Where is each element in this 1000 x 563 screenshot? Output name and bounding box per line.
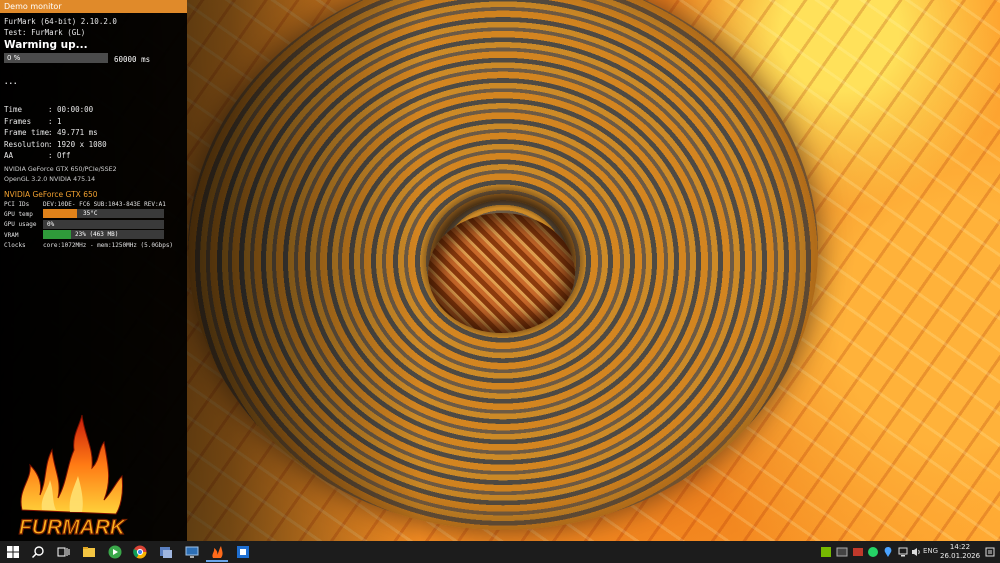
stat-value: : 49.771 ms (48, 128, 98, 137)
progress-label: 0 % (7, 54, 21, 62)
display-icon[interactable] (184, 544, 200, 560)
clock-time: 14:22 (949, 543, 971, 551)
language-indicator[interactable]: ENG (923, 547, 938, 555)
gpu-temp-label: GPU temp (4, 211, 33, 218)
status-text: Warming up... (4, 39, 88, 51)
search-icon[interactable] (30, 544, 46, 560)
stat-value: : 1920 x 1080 (48, 140, 107, 149)
stat-key: Resolution (4, 140, 50, 149)
whatsapp-icon[interactable] (867, 546, 879, 558)
clock-date: 26.01.2026 (940, 552, 981, 560)
gpu-temp-bar: 35°C (43, 209, 164, 218)
stat-value: : 1 (48, 117, 62, 126)
stat-key: Frame time (4, 128, 50, 137)
green-app-icon[interactable] (107, 544, 123, 560)
chrome-icon[interactable] (132, 544, 148, 560)
network-icon[interactable] (897, 546, 909, 558)
stat-key: AA (4, 151, 14, 160)
nvidia-tray-icon[interactable] (820, 546, 832, 558)
stat-frame-time: Frame time: 49.771 ms (4, 128, 98, 137)
gpu-usage-label: GPU usage (4, 221, 37, 228)
stat-value: : Off (48, 151, 71, 160)
stat-aa: AA : Off (4, 151, 71, 160)
app-version: FurMark (64-bit) 2.10.2.0 (4, 17, 117, 26)
stat-resolution: Resolution: 1920 x 1080 (4, 140, 107, 149)
test-name: Test: FurMark (GL) (4, 28, 86, 37)
clocks-label: Clocks (4, 242, 26, 249)
gpu-usage-value: 0% (47, 221, 55, 228)
installer-icon[interactable] (158, 544, 174, 560)
vram-value: 23% (463 MB) (75, 231, 119, 238)
demo-monitor-panel: Demo monitor FurMark (64-bit) 2.10.2.0 T… (0, 0, 187, 541)
stat-value: : 00:00:00 (48, 105, 94, 114)
notifications-icon[interactable] (984, 546, 996, 558)
gpu-usage-bar: 0% (43, 220, 164, 229)
vram-label: VRAM (4, 232, 19, 239)
stat-time: Time : 00:00:00 (4, 105, 93, 114)
furmark-icon[interactable] (209, 544, 225, 560)
gpu-temp-value: 35°C (83, 210, 98, 217)
ellipsis: ... (4, 77, 18, 86)
renderer-opengl: OpenGL 3.2.0 NVIDIA 475.14 (4, 176, 96, 183)
furmark-logo: FURMARK (18, 414, 128, 540)
progress-bar: 0 % (4, 53, 108, 63)
active-indicator (206, 560, 228, 562)
volume-icon[interactable] (910, 546, 922, 558)
svg-text:FURMARK: FURMARK (19, 516, 127, 539)
stat-frames: Frames : 1 (4, 117, 62, 126)
stat-key: Time (4, 105, 23, 114)
stat-key: Frames (4, 117, 32, 126)
flag-tray-icon[interactable] (852, 546, 864, 558)
progress-duration: 60000 ms (114, 55, 151, 64)
gpu-temp-fill (43, 209, 77, 218)
pci-value: DEV:10DE- FC6 SUB:1043-843E REV:A1 (43, 201, 166, 208)
task-view-icon[interactable] (55, 544, 71, 560)
blue-app-icon[interactable] (235, 544, 251, 560)
vram-bar: 23% (463 MB) (43, 230, 164, 239)
donut-hole (428, 213, 575, 333)
windows-start-icon[interactable] (5, 544, 21, 560)
pci-label: PCI IDs (4, 201, 30, 208)
clocks-value: core:1072MHz - mem:1250MHz (5.0Gbps) (43, 242, 174, 249)
windows-taskbar: ENG 14:22 26.01.2026 (0, 541, 1000, 563)
renderer-gpu: NVIDIA GeForce GTX 650/PCIe/SSE2 (4, 166, 117, 173)
vram-fill (43, 230, 71, 239)
file-explorer-icon[interactable] (81, 544, 97, 560)
tray-app-icon[interactable] (836, 546, 848, 558)
location-icon[interactable] (882, 546, 894, 558)
gpu-name: NVIDIA GeForce GTX 650 (4, 190, 98, 199)
panel-title[interactable]: Demo monitor (0, 0, 187, 13)
tray-clock[interactable]: 14:22 26.01.2026 (940, 543, 980, 561)
